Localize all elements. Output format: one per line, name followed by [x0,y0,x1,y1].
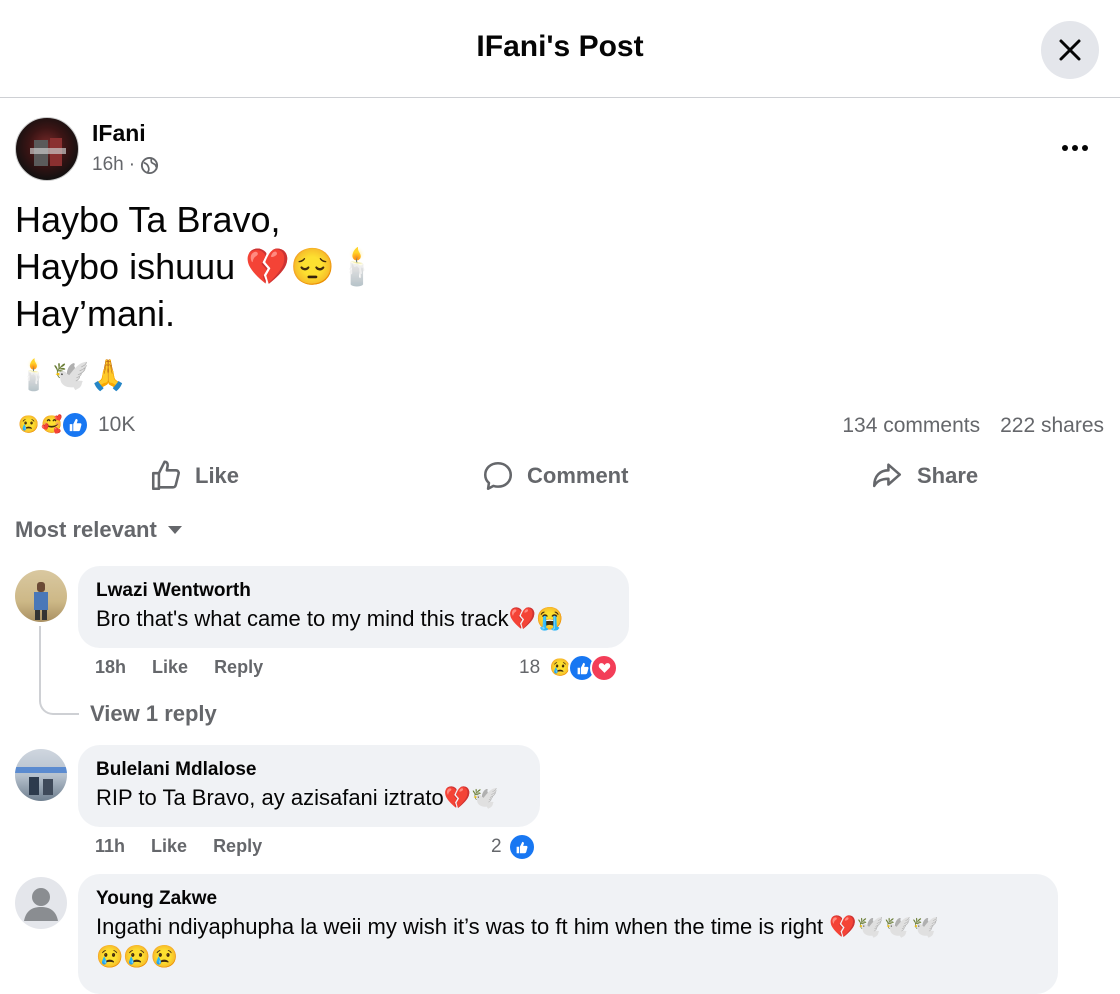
comment-time[interactable]: 18h [95,657,126,678]
post-time[interactable]: 16h [92,154,124,176]
reply-thread-line [39,626,79,715]
post-line: Haybo ishuuu 💔😔🕯️ [15,246,380,287]
commenter-avatar[interactable] [15,877,67,929]
like-reaction-icon [61,411,89,439]
default-user-icon [24,888,58,921]
comment-bubble: Lwazi Wentworth Bro that's what came to … [78,566,629,648]
comment-text: Bro that's what came to my mind this tra… [96,606,564,631]
post-line: Hay’mani. [15,293,176,334]
comment-text-continued: 😢😢😢 [96,944,179,969]
close-button[interactable] [1041,21,1099,79]
author-name[interactable]: IFani [92,120,146,147]
engagement-counts: 134 comments 222 shares [842,414,1104,438]
globe-icon [140,156,159,174]
caret-down-icon [167,526,182,534]
dialog-title: IFani's Post [476,30,644,63]
author-avatar[interactable] [15,117,79,181]
more-options-button[interactable] [1050,130,1100,166]
thumbs-up-icon [151,460,180,491]
comment-reaction-count: 18 [519,657,541,678]
like-reaction-icon [507,833,536,861]
comment-button[interactable]: Comment [481,450,628,502]
share-button[interactable]: Share [869,450,978,502]
comment-reply-link[interactable]: Reply [213,836,262,857]
comment-bubble: Young Zakwe Ingathi ndiyaphupha la weii … [78,874,1058,994]
like-button[interactable]: Like [149,450,239,502]
shares-count[interactable]: 222 shares [1000,414,1104,438]
comment-meta: 18h Like Reply [95,657,263,678]
comment-reaction-count: 2 [491,836,502,857]
meta-separator: · [128,154,136,175]
share-label: Share [917,463,979,488]
commenter-name[interactable]: Lwazi Wentworth [96,578,611,604]
comment-time[interactable]: 11h [95,836,125,857]
post-meta: 16h · [92,154,159,176]
comments-count[interactable]: 134 comments [842,414,980,438]
sort-label: Most relevant [15,517,157,542]
comment-text: Ingathi ndiyaphupha la weii my wish it’s… [96,914,939,939]
commenter-name[interactable]: Young Zakwe [96,886,1040,912]
commenter-name[interactable]: Bulelani Mdlalose [96,757,522,783]
comment-label: Comment [527,463,629,488]
close-icon [1059,39,1081,61]
comment-bubble-icon [483,461,513,491]
comment-like-link[interactable]: Like [152,657,188,678]
commenter-avatar[interactable] [15,749,67,801]
post-dialog-header: IFani's Post [0,0,1120,98]
share-arrow-icon [872,463,902,488]
view-replies-link[interactable]: View 1 reply [90,701,217,727]
post-action-bar: Like Comment Share [0,450,1120,502]
reaction-summary[interactable]: 😢 🥰 10K [15,411,135,439]
love-reaction-icon [590,654,619,682]
comment-sort-dropdown[interactable]: Most relevant [15,517,183,543]
comment-meta: 11h Like Reply [95,836,262,857]
comment-bubble: Bulelani Mdlalose RIP to Ta Bravo, ay az… [78,745,540,827]
avatar-image [30,138,66,166]
comment-like-link[interactable]: Like [151,836,187,857]
comment-reactions[interactable]: 2 [491,833,536,861]
comment-reactions[interactable]: 18 😢 [519,654,619,682]
reaction-count: 10K [98,413,136,436]
commenter-avatar[interactable] [15,570,67,622]
ellipsis-icon [1062,145,1088,151]
like-label: Like [195,463,240,488]
post-emoji-line: 🕯️🕊️🙏 [15,359,128,392]
post-body: Haybo Ta Bravo, Haybo ishuuu 💔😔🕯️ Hay’ma… [15,196,380,337]
comment-reply-link[interactable]: Reply [214,657,263,678]
post-line: Haybo Ta Bravo, [15,199,281,240]
comment-text: RIP to Ta Bravo, ay azisafani iztrato💔🕊️ [96,785,499,810]
